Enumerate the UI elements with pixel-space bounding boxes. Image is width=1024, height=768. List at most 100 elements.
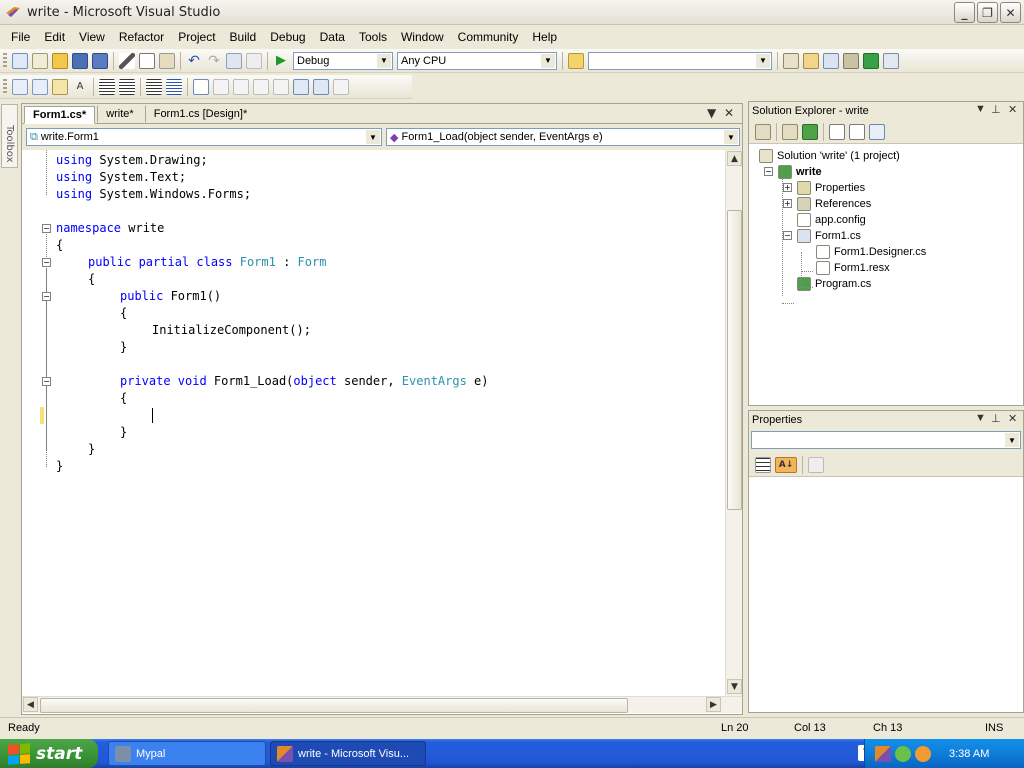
tray-vs-icon[interactable] — [875, 745, 891, 762]
code-line[interactable]: { — [120, 305, 127, 322]
undo-icon[interactable]: ↶ — [186, 53, 202, 69]
code-line[interactable]: { — [56, 237, 63, 254]
tree-item[interactable]: References — [797, 196, 871, 212]
find-in-files-icon[interactable] — [568, 52, 584, 69]
minimize-button[interactable]: _ — [954, 2, 975, 23]
menu-view[interactable]: View — [72, 28, 112, 46]
object-member-list-icon[interactable] — [12, 78, 28, 95]
navigate-backward-icon[interactable] — [226, 52, 242, 69]
chevron-down-icon[interactable]: ▼ — [366, 130, 380, 144]
code-line[interactable]: InitializeComponent(); — [152, 322, 311, 339]
collapse-icon[interactable]: − — [42, 258, 51, 267]
menu-community[interactable]: Community — [451, 28, 526, 46]
toggle-bookmark-icon[interactable] — [193, 78, 209, 95]
paste-icon[interactable] — [159, 52, 175, 69]
code-line[interactable]: { — [88, 271, 95, 288]
toolbar-grip[interactable] — [3, 52, 7, 69]
collapse-icon[interactable]: − — [783, 231, 792, 240]
close-panel-icon[interactable]: ✕ — [1008, 412, 1017, 425]
tree-item[interactable]: Program.cs — [797, 276, 871, 292]
tab-form1-cs[interactable]: Form1.cs* — [24, 106, 96, 124]
scroll-left-icon[interactable]: ◀ — [23, 697, 38, 712]
chevron-down-icon[interactable]: ▼ — [756, 53, 770, 68]
menu-refactor[interactable]: Refactor — [112, 28, 171, 46]
code-line[interactable]: using System.Windows.Forms; — [56, 186, 251, 203]
parameter-info-icon[interactable] — [32, 78, 48, 95]
view-code-icon[interactable] — [829, 123, 845, 140]
quick-info-icon[interactable] — [52, 78, 68, 95]
view-class-diagram-icon[interactable] — [869, 123, 885, 140]
decrease-indent-icon[interactable] — [99, 78, 115, 95]
properties-window-icon[interactable] — [803, 52, 819, 69]
tree-item[interactable]: app.config — [797, 212, 866, 228]
start-debug-icon[interactable]: ▶ — [273, 53, 289, 69]
menu-file[interactable]: File — [4, 28, 37, 46]
categorized-icon[interactable] — [755, 456, 771, 473]
code-line[interactable]: { — [120, 390, 127, 407]
expand-icon[interactable]: + — [783, 199, 792, 208]
properties-object-combo[interactable]: ▼ — [751, 431, 1021, 449]
copy-icon[interactable] — [139, 52, 155, 69]
window-position-icon[interactable]: ▼ — [975, 412, 986, 424]
find-combo[interactable]: ▼ — [588, 51, 772, 70]
complete-word-icon[interactable]: A — [72, 79, 88, 95]
start-page-icon[interactable] — [863, 52, 879, 69]
toolbox-tab[interactable]: Toolbox — [1, 104, 18, 168]
alphabetical-icon[interactable]: A↓ — [775, 456, 797, 473]
tab-form1-design[interactable]: Form1.cs [Design]* — [144, 105, 257, 123]
menu-edit[interactable]: Edit — [37, 28, 72, 46]
tray-network-icon[interactable] — [895, 745, 911, 762]
view-designer-icon[interactable] — [849, 123, 865, 140]
comment-lines-icon[interactable] — [146, 78, 162, 95]
increase-indent-icon[interactable] — [119, 78, 135, 95]
auto-hide-pin-icon[interactable]: ⊥ — [991, 412, 1001, 425]
tree-item[interactable]: write — [778, 164, 822, 180]
tray-search-icon[interactable] — [915, 745, 931, 762]
clear-bookmarks-icon[interactable] — [333, 78, 349, 95]
chevron-down-icon[interactable]: ▼ — [377, 53, 391, 68]
vertical-scroll-thumb[interactable] — [727, 210, 742, 510]
taskbar-button-mypal[interactable]: Mypal — [108, 741, 266, 766]
property-pages-icon[interactable] — [808, 456, 824, 473]
vertical-scrollbar[interactable]: ▲ ▼ — [725, 150, 742, 696]
show-all-files-icon[interactable] — [782, 123, 798, 140]
open-folder-icon[interactable] — [52, 52, 68, 69]
taskbar-button-visual-studio[interactable]: write - Microsoft Visu... — [270, 741, 426, 766]
redo-icon[interactable]: ↷ — [206, 53, 222, 69]
cut-icon[interactable] — [119, 52, 135, 69]
properties-icon[interactable] — [755, 123, 771, 140]
tab-list-icon[interactable]: ▼ — [707, 106, 716, 120]
solution-explorer-icon[interactable] — [783, 52, 799, 69]
start-button[interactable]: start — [0, 739, 98, 768]
menu-project[interactable]: Project — [171, 28, 222, 46]
code-line[interactable]: using System.Drawing; — [56, 152, 208, 169]
menu-help[interactable]: Help — [525, 28, 564, 46]
previous-bookmark-folder-icon[interactable] — [253, 78, 269, 95]
previous-bookmark-icon[interactable] — [213, 78, 229, 95]
previous-bookmark-document-icon[interactable] — [293, 78, 309, 95]
code-line[interactable]: private void Form1_Load(object sender, E… — [120, 373, 489, 390]
code-line[interactable]: public Form1() — [120, 288, 221, 305]
close-document-icon[interactable]: ✕ — [724, 106, 734, 120]
menu-tools[interactable]: Tools — [352, 28, 394, 46]
toolbar-grip[interactable] — [3, 78, 7, 95]
tree-item[interactable]: Solution 'write' (1 project) — [759, 148, 900, 164]
platform-combo[interactable]: Any CPU ▼ — [397, 51, 557, 70]
close-panel-icon[interactable]: ✕ — [1008, 103, 1017, 116]
chevron-down-icon[interactable]: ▼ — [1005, 433, 1019, 447]
menu-debug[interactable]: Debug — [263, 28, 312, 46]
auto-hide-pin-icon[interactable]: ⊥ — [991, 103, 1001, 116]
next-bookmark-document-icon[interactable] — [313, 78, 329, 95]
horizontal-scrollbar[interactable]: ◀ ▶ — [22, 696, 742, 713]
toolbox-icon[interactable] — [843, 52, 859, 69]
tree-item[interactable]: Form1.cs — [797, 228, 861, 244]
horizontal-scroll-thumb[interactable] — [40, 698, 628, 713]
type-combo[interactable]: ⧉ write.Form1 ▼ — [26, 128, 382, 146]
tab-write[interactable]: write* — [97, 105, 143, 123]
code-line[interactable]: using System.Text; — [56, 169, 186, 186]
menu-build[interactable]: Build — [223, 28, 264, 46]
tree-item[interactable]: Form1.resx — [816, 260, 890, 276]
scroll-up-icon[interactable]: ▲ — [727, 151, 742, 166]
navigate-forward-icon[interactable] — [246, 52, 262, 69]
restore-button[interactable]: ❐ — [977, 2, 998, 23]
